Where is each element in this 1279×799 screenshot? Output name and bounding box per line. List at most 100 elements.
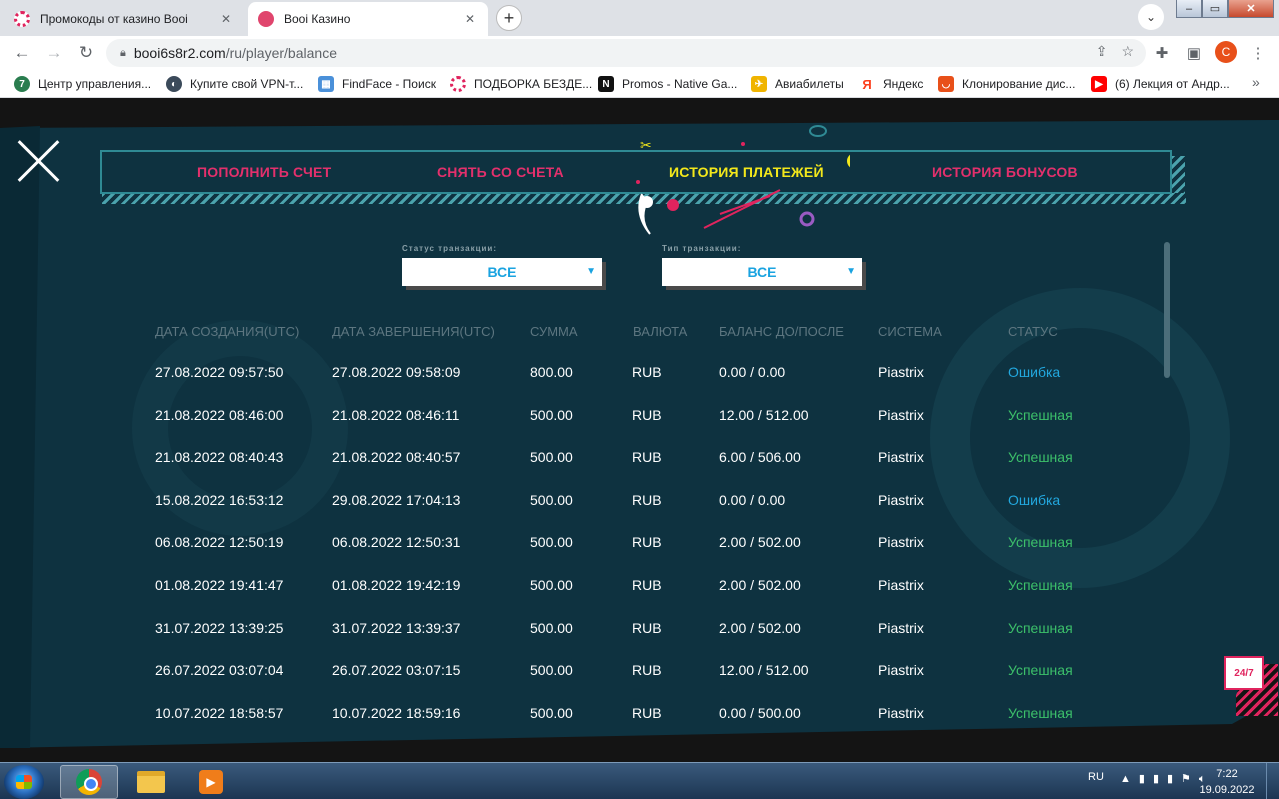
support-chat-button[interactable]: 24/7 <box>1224 656 1264 690</box>
star-icon[interactable]: ☆ <box>1121 43 1134 60</box>
browser-tab-strip: Промокоды от казино Booi ✕ Booi Казино ✕… <box>0 0 1279 36</box>
table-scrollbar[interactable] <box>1164 242 1170 378</box>
casino-balance-page: ПОПОЛНИТЬ СЧЕТ СНЯТЬ СО СЧЕТА ИСТОРИЯ ПЛ… <box>0 98 1279 762</box>
cell-completed: 26.07.2022 03:07:15 <box>332 662 461 678</box>
cell-created: 21.08.2022 08:40:43 <box>155 449 284 465</box>
forward-icon[interactable]: → <box>42 41 66 65</box>
cell-balance: 0.00 / 0.00 <box>719 364 786 380</box>
bookmark-item[interactable]: ▦ FindFace - Поиск <box>318 75 436 93</box>
cell-currency: RUB <box>632 449 662 465</box>
sidepanel-icon[interactable]: ▣ <box>1182 41 1206 65</box>
status-filter-select[interactable]: ВСЕ ▼ <box>402 258 602 286</box>
cell-completed: 29.08.2022 17:04:13 <box>332 492 461 508</box>
tab-title: Booi Казино <box>284 12 351 26</box>
cell-status: Ошибка <box>1008 364 1061 380</box>
lock-icon: 🔒︎ <box>120 46 126 59</box>
cell-status: Успешная <box>1008 577 1073 593</box>
tab-close-icon[interactable]: ✕ <box>462 11 478 27</box>
new-tab-button[interactable]: + <box>496 5 522 31</box>
cell-system: Piastrix <box>878 620 924 636</box>
browser-tab-1[interactable]: Промокоды от казино Booi ✕ <box>4 2 244 36</box>
cell-system: Piastrix <box>878 705 924 721</box>
tab-favicon-icon <box>258 11 274 27</box>
type-filter-select[interactable]: ВСЕ ▼ <box>662 258 862 286</box>
cell-balance: 12.00 / 512.00 <box>719 407 809 423</box>
bookmarks-overflow-icon[interactable]: » <box>1252 74 1260 90</box>
tab-withdraw[interactable]: СНЯТЬ СО СЧЕТА <box>437 164 564 180</box>
cell-amount: 500.00 <box>530 492 573 508</box>
address-bar[interactable]: 🔒︎ booi6s8r2.com/ru/player/balance ⇪ ☆ <box>106 39 1146 67</box>
extensions-icon[interactable]: ✚ <box>1150 41 1174 65</box>
cell-created: 01.08.2022 19:41:47 <box>155 577 284 593</box>
bookmark-item[interactable]: Я Яндекс <box>859 75 923 93</box>
bookmark-item[interactable]: ◡ Клонирование дис... <box>938 75 1075 93</box>
bookmark-favicon-icon: 7 <box>14 76 30 92</box>
share-icon[interactable]: ⇪ <box>1096 43 1108 60</box>
cell-system: Piastrix <box>878 449 924 465</box>
column-header-currency: ВАЛЮТА <box>633 324 688 339</box>
cell-status: Успешная <box>1008 407 1073 423</box>
show-desktop-button[interactable] <box>1266 763 1279 799</box>
cell-amount: 500.00 <box>530 620 573 636</box>
cell-system: Piastrix <box>878 534 924 550</box>
cell-status: Успешная <box>1008 534 1073 550</box>
cell-completed: 01.08.2022 19:42:19 <box>332 577 461 593</box>
minimize-button[interactable]: – <box>1176 0 1202 18</box>
bookmark-item[interactable]: N Promos - Native Ga... <box>598 75 737 93</box>
taskbar-chrome[interactable] <box>60 765 118 799</box>
bookmark-item[interactable]: ▶ (6) Лекция от Андр... <box>1091 75 1230 93</box>
cell-currency: RUB <box>632 577 662 593</box>
cell-currency: RUB <box>632 364 662 380</box>
cell-completed: 06.08.2022 12:50:31 <box>332 534 461 550</box>
bookmark-item[interactable]: ✈ Авиабилеты <box>751 75 844 93</box>
bookmark-favicon-icon: ▶ <box>1091 76 1107 92</box>
windows-start-icon[interactable] <box>4 765 44 799</box>
bookmark-item[interactable]: 7 Центр управления... <box>14 75 151 93</box>
cell-completed: 21.08.2022 08:46:11 <box>332 407 460 423</box>
tab-deposit[interactable]: ПОПОЛНИТЬ СЧЕТ <box>197 164 331 180</box>
column-header-status: СТАТУС <box>1008 324 1058 339</box>
decorative-planet-icon <box>809 125 827 137</box>
taskbar-explorer[interactable] <box>122 765 180 799</box>
folder-icon <box>137 771 165 793</box>
bookmark-item[interactable]: ПОДБОРКА БЕЗДЕ... <box>450 75 592 93</box>
cell-system: Piastrix <box>878 662 924 678</box>
close-modal-icon[interactable] <box>17 139 61 183</box>
profile-avatar[interactable]: C <box>1215 41 1237 63</box>
tab-title: Промокоды от казино Booi <box>40 12 188 26</box>
column-header-balance: БАЛАНС ДО/ПОСЛЕ <box>719 324 844 339</box>
type-filter-label: Тип транзакции: <box>662 244 742 253</box>
language-indicator[interactable]: RU <box>1088 771 1104 783</box>
system-clock[interactable]: 7:22 19.09.2022 <box>1196 766 1258 798</box>
window-controls: – ▭ ✕ <box>1176 0 1274 18</box>
cell-currency: RUB <box>632 705 662 721</box>
window-close-button[interactable]: ✕ <box>1228 0 1274 18</box>
tab-bonus-history[interactable]: ИСТОРИЯ БОНУСОВ <box>932 164 1078 180</box>
cell-status: Успешная <box>1008 662 1073 678</box>
status-filter-value: ВСЕ <box>487 264 517 280</box>
bookmark-item[interactable]: ◐ Купите свой VPN-т... <box>166 75 303 93</box>
back-icon[interactable]: ← <box>10 41 34 65</box>
bookmark-favicon-icon: ✈ <box>751 76 767 92</box>
menu-icon[interactable]: ⋮ <box>1246 41 1270 65</box>
cell-amount: 500.00 <box>530 407 573 423</box>
media-player-icon: ▶ <box>199 770 223 794</box>
dropdown-arrow-icon: ▼ <box>846 266 856 277</box>
bookmark-favicon-icon: ◐ <box>166 76 182 92</box>
clock-date: 19.09.2022 <box>1199 784 1255 796</box>
tab-favicon-icon <box>14 11 30 27</box>
chrome-icon <box>76 769 102 795</box>
cell-created: 10.07.2022 18:58:57 <box>155 705 284 721</box>
cell-status: Успешная <box>1008 449 1073 465</box>
tab-close-icon[interactable]: ✕ <box>218 11 234 27</box>
reload-icon[interactable]: ↻ <box>74 41 98 65</box>
browser-tab-2[interactable]: Booi Казино ✕ <box>248 2 488 36</box>
clock-time: 7:22 <box>1216 768 1238 780</box>
cell-status: Успешная <box>1008 620 1073 636</box>
cell-created: 26.07.2022 03:07:04 <box>155 662 284 678</box>
taskbar-media-player[interactable]: ▶ <box>182 765 240 799</box>
bookmark-favicon-icon: Я <box>859 76 875 92</box>
maximize-button[interactable]: ▭ <box>1202 0 1228 18</box>
tab-search-chevron-down-icon[interactable]: ⌄ <box>1138 4 1164 30</box>
cell-balance: 2.00 / 502.00 <box>719 534 801 550</box>
